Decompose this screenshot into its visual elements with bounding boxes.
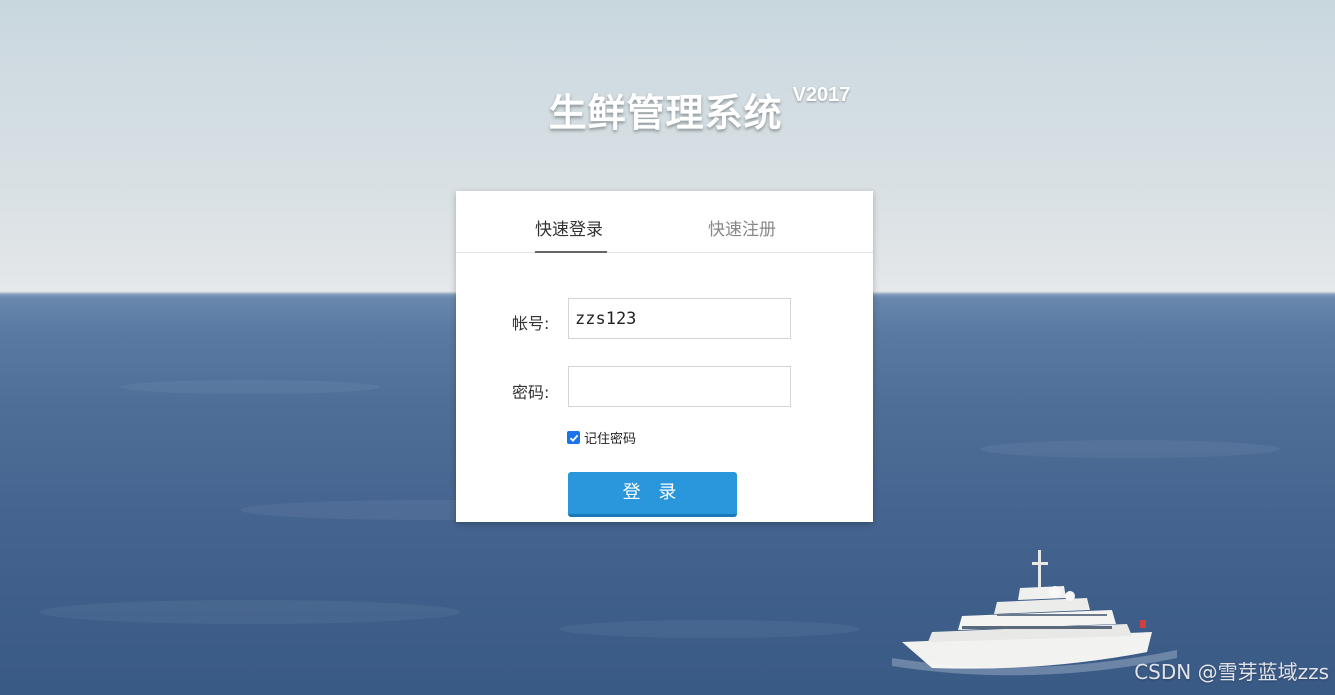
sea-ripple (40, 600, 460, 624)
login-button[interactable]: 登 录 (568, 472, 737, 517)
remember-password-option[interactable]: 记住密码 (567, 428, 636, 447)
tab-quick-login[interactable]: 快速登录 (535, 215, 603, 240)
remember-password-checkbox[interactable] (567, 431, 580, 444)
csdn-watermark: CSDN @雪芽蓝域zzs (1134, 660, 1329, 684)
sea-ripple (980, 440, 1280, 458)
password-label: 密码: (512, 383, 550, 402)
active-tab-indicator (535, 251, 607, 253)
app-title: 生鲜管理系统 (548, 91, 783, 135)
page-title: 生鲜管理系统 V2017 (0, 82, 1335, 137)
sea-ripple (120, 380, 380, 394)
login-panel: 快速登录 快速注册 帐号: 密码: 记住密码 登 录 (456, 191, 873, 522)
account-label: 帐号: (512, 314, 550, 333)
sea-ripple (560, 620, 860, 638)
account-input[interactable] (568, 298, 791, 339)
tab-quick-register[interactable]: 快速注册 (708, 215, 776, 240)
password-input[interactable] (568, 366, 791, 407)
version-badge: V2017 (792, 84, 851, 106)
checkmark-icon (569, 434, 578, 442)
tab-bar: 快速登录 快速注册 (456, 191, 873, 253)
remember-password-label: 记住密码 (584, 432, 637, 447)
